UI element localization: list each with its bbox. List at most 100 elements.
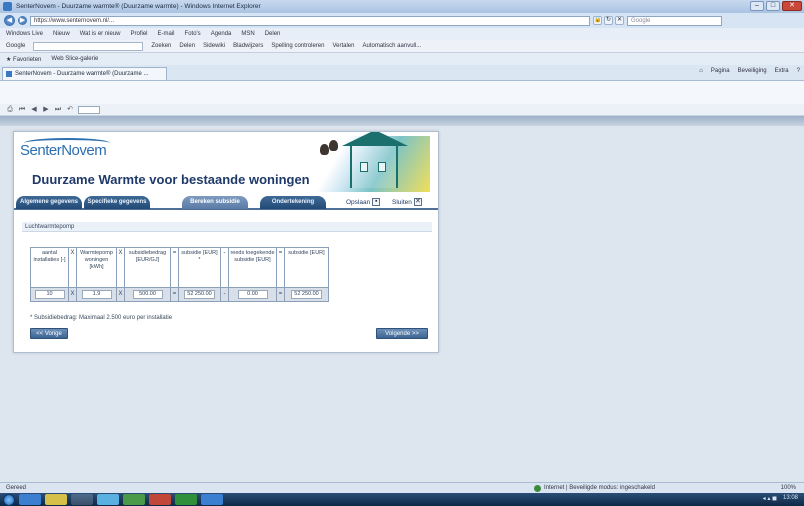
command-bar: ⌂ Pagina Beveiliging Extra ?: [699, 68, 800, 74]
value-cell: 1.9: [76, 287, 117, 302]
save-button[interactable]: Opslaan ▪: [346, 198, 381, 206]
linkbar-item[interactable]: MSN: [241, 31, 254, 37]
linkbar-item[interactable]: Windows Live: [6, 31, 43, 37]
url-input[interactable]: https://www.senternovem.nl/...: [30, 15, 590, 26]
favorites-bar: ★ Favorieten Web Slice-galerie: [0, 53, 804, 65]
google-toolbar-item[interactable]: Sidewiki: [203, 43, 225, 49]
subsidy-form-panel: SenterNovem Duurzame Warmte voor bestaan…: [13, 131, 439, 353]
maximize-button[interactable]: □: [766, 1, 780, 11]
excel-taskbar-icon[interactable]: [175, 494, 197, 505]
stop-icon[interactable]: ✕: [615, 16, 624, 25]
linkbar-item[interactable]: Nieuw: [53, 31, 70, 37]
subsidy-calculation-table: aantal installaties [-] X Warmtepomp won…: [30, 247, 329, 302]
previous-button[interactable]: << Vorige: [30, 328, 68, 339]
pdf-taskbar-icon[interactable]: [149, 494, 171, 505]
linkbar-item[interactable]: Foto's: [185, 31, 201, 37]
next-button[interactable]: Volgende >>: [376, 328, 428, 339]
page-number-field[interactable]: [78, 105, 100, 114]
last-page-icon[interactable]: ⏭: [54, 106, 62, 114]
viewer-toolbar: ⎙ ⏮ ◀ ▶ ⏭ ↶: [0, 104, 804, 116]
prev-page-icon[interactable]: ◀: [30, 106, 38, 114]
tab-ondertekening[interactable]: Ondertekening: [260, 196, 326, 209]
google-label: Google: [6, 43, 26, 49]
tab-specifieke-gegevens[interactable]: Specifieke gegevens: [84, 196, 150, 209]
globe-icon: [534, 484, 541, 492]
operator-cell: =: [170, 247, 179, 288]
google-toolbar-item[interactable]: Delen: [179, 43, 195, 49]
linkbar-item[interactable]: Delen: [265, 31, 281, 37]
operator-cell: =: [276, 247, 285, 288]
header-subsidiebedrag: subsidiebedrag [EUR/GJ]: [124, 247, 171, 288]
command-pagina[interactable]: Pagina: [711, 68, 730, 74]
house-illustration: [310, 132, 430, 192]
help-icon[interactable]: ?: [797, 68, 800, 74]
tray-icons[interactable]: ◂ ▴ ◼: [763, 495, 777, 502]
linkbar-item[interactable]: Profiel: [131, 31, 148, 37]
clock[interactable]: 13:08: [783, 495, 798, 502]
operator-cell: -: [220, 287, 229, 302]
google-toolbar-item[interactable]: Bladwijzers: [233, 43, 263, 49]
section-header: Luchtwarmtepomp: [22, 222, 432, 232]
header-reeds-toegekende-subsidie: reeds toegekende subsidie [EUR]: [228, 247, 277, 288]
print-icon[interactable]: ⎙: [6, 106, 14, 114]
lock-icon[interactable]: 🔒: [593, 16, 602, 25]
explorer-taskbar-icon[interactable]: [45, 494, 67, 505]
brand-logo: SenterNovem: [20, 142, 107, 159]
search-input[interactable]: Google: [627, 15, 722, 26]
form-tabs: Algemene gegevens Specifieke gegevens Be…: [14, 192, 438, 210]
page-header-stripe: [0, 116, 804, 126]
table-value-row: 10 X 1.9 X 500.00 = 52 250.00 - 0.00 = 5…: [30, 287, 329, 302]
app-taskbar-icon[interactable]: [123, 494, 145, 505]
google-toolbar-item[interactable]: Automatisch aanvull...: [363, 43, 422, 49]
tab-algemene-gegevens[interactable]: Algemene gegevens: [16, 196, 82, 209]
header-warmtepomp-woningen: Warmtepomp woningen [kWh]: [76, 247, 117, 288]
web-slice-gallery-link[interactable]: Web Slice-galerie: [51, 56, 98, 62]
home-icon[interactable]: ⌂: [699, 68, 703, 74]
media-taskbar-icon[interactable]: [71, 494, 93, 505]
undo-icon[interactable]: ↶: [66, 106, 74, 114]
first-page-icon[interactable]: ⏮: [18, 106, 26, 114]
value-warmtepomp-woningen: 1.9: [81, 290, 112, 299]
start-button[interactable]: [3, 493, 15, 506]
app-taskbar-icon[interactable]: [97, 494, 119, 505]
google-toolbar-item[interactable]: Spelling controleren: [271, 43, 324, 49]
minimize-button[interactable]: –: [750, 1, 764, 11]
operator-cell: X: [68, 247, 77, 288]
operator-cell: =: [276, 287, 285, 302]
google-toolbar-item[interactable]: Zoeken: [151, 43, 171, 49]
operator-cell: -: [220, 247, 229, 288]
tab-bereken-subsidie[interactable]: Bereken subsidie: [182, 196, 248, 209]
close-form-button[interactable]: Sluiten ✕: [392, 198, 422, 206]
value-subsidiebedrag: 500.00: [132, 290, 163, 299]
command-extra[interactable]: Extra: [775, 68, 789, 74]
tab-title: SenterNovem - Duurzame warmte® (Duurzame…: [15, 71, 149, 77]
operator-cell: X: [116, 287, 125, 302]
back-icon[interactable]: ◀: [4, 15, 15, 26]
value-subsidie: 52 250.00: [184, 290, 215, 299]
favorites-button[interactable]: ★ Favorieten: [6, 56, 41, 63]
status-bar: Gereed Internet | Beveiligde modus: inge…: [0, 482, 804, 493]
value-aantal-installaties: 10: [34, 290, 65, 299]
refresh-icon[interactable]: ↻: [604, 16, 613, 25]
value-cell: 52 250.00: [178, 287, 221, 302]
header-subsidie: subsidie [EUR] *: [178, 247, 221, 288]
ie-taskbar-icon[interactable]: [19, 494, 41, 505]
address-tools: 🔒 ↻ ✕: [593, 16, 624, 25]
linkbar-item[interactable]: Agenda: [211, 31, 232, 37]
google-search-input[interactable]: [33, 41, 144, 51]
browser-tab[interactable]: SenterNovem - Duurzame warmte® (Duurzame…: [2, 67, 167, 80]
page-title: Duurzame Warmte voor bestaande woningen: [32, 172, 310, 187]
linkbar-item[interactable]: E-mail: [158, 31, 175, 37]
system-tray: ◂ ▴ ◼ 13:08: [763, 495, 798, 502]
next-page-icon[interactable]: ▶: [42, 106, 50, 114]
close-window-button[interactable]: ✕: [782, 1, 802, 11]
security-zone[interactable]: Internet | Beveiligde modus: ingeschakel…: [534, 483, 655, 493]
app-taskbar-icon[interactable]: [201, 494, 223, 505]
status-text: Gereed: [6, 485, 27, 491]
google-toolbar-item[interactable]: Vertalen: [332, 43, 354, 49]
zoom-level[interactable]: 100%: [781, 483, 796, 493]
linkbar-item[interactable]: Wat is er nieuw: [80, 31, 121, 37]
forward-icon[interactable]: ▶: [18, 16, 27, 25]
command-beveiliging[interactable]: Beveiliging: [738, 68, 767, 74]
value-cell: 52 250.00: [284, 287, 329, 302]
